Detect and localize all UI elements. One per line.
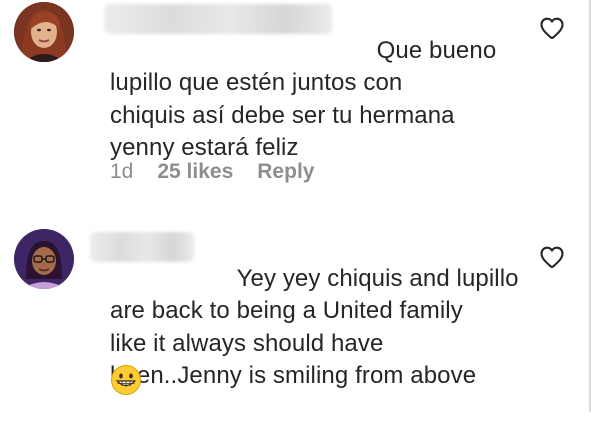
comment-text-first-line: Que bueno (376, 36, 497, 64)
comment-text-rest: lupillo que estén juntos con chiquis así… (110, 69, 455, 161)
comment-item: Yey yey chiquis and lupillo are back to … (0, 220, 589, 412)
comment-text-rest: are back to being a United family like i… (110, 297, 477, 389)
comment-item: Que bueno lupillo que estén juntos con c… (0, 0, 589, 200)
avatar[interactable] (14, 229, 74, 289)
comment-timestamp: 1d (110, 160, 134, 183)
comments-panel: Que bueno lupillo que estén juntos con c… (0, 0, 591, 412)
comment-meta: 1d 25 likes Reply (110, 160, 314, 184)
heart-outline-icon[interactable] (538, 14, 566, 42)
comment-text-first-line: Yey yey chiquis and lupillo (236, 264, 519, 292)
heart-outline-icon[interactable] (538, 243, 566, 271)
avatar[interactable] (14, 2, 74, 62)
reply-button[interactable]: Reply (257, 160, 314, 184)
grinning-face-emoji (110, 364, 142, 396)
likes-count[interactable]: 25 likes (157, 160, 233, 184)
comment-text: Yey yey chiquis and lupillo are back to … (110, 230, 530, 425)
